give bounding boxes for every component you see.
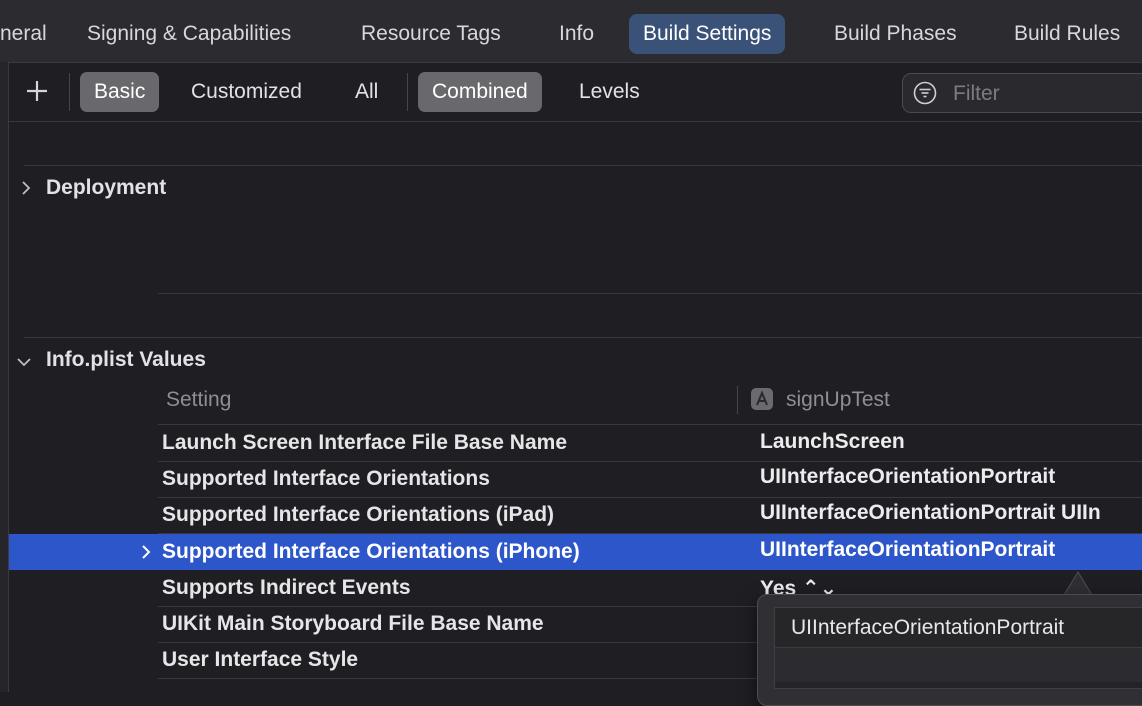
tab-signing-capabilities[interactable]: Signing & Capabilities [73, 14, 305, 54]
orientation-list-popover[interactable]: UIInterfaceOrientationPortrait [757, 594, 1142, 706]
setting-label: User Interface Style [162, 648, 359, 671]
left-gutter [0, 62, 9, 692]
combined-button[interactable]: Combined [418, 72, 542, 112]
tab-build-settings[interactable]: Build Settings [629, 14, 786, 54]
tab-build-phases[interactable]: Build Phases [820, 14, 971, 54]
section-title-deployment[interactable]: Deployment [46, 176, 166, 200]
app-target-icon [751, 388, 773, 410]
list-item-empty[interactable] [775, 648, 1142, 682]
popover-arrow [1064, 571, 1092, 595]
section-divider [24, 165, 1142, 166]
setting-label: Supported Interface Orientations [162, 467, 490, 490]
table-row[interactable]: Supported Interface Orientations UIInter… [158, 461, 1142, 498]
filter-icon [913, 81, 937, 105]
setting-label: Supports Indirect Events [162, 576, 411, 599]
setting-value[interactable]: UIInterfaceOrientationPortrait [760, 465, 1055, 489]
setting-value[interactable]: LaunchScreen [760, 430, 905, 454]
all-button[interactable]: All [341, 72, 392, 112]
filter-field[interactable] [902, 73, 1142, 114]
chevron-right-icon[interactable] [19, 181, 33, 195]
column-header-target: signUpTest [786, 388, 890, 411]
section-divider [158, 293, 1142, 294]
tab-info[interactable]: Info [545, 14, 608, 54]
section-title-info-plist[interactable]: Info.plist Values [46, 348, 206, 372]
setting-label: UIKit Main Storyboard File Base Name [162, 612, 544, 635]
list-item[interactable]: UIInterfaceOrientationPortrait [775, 608, 1142, 648]
setting-label: Launch Screen Interface File Base Name [162, 431, 567, 454]
build-settings-toolbar: Basic Customized All Combined Levels [9, 63, 1142, 122]
section-divider [24, 337, 1142, 338]
setting-label: Supported Interface Orientations (iPad) [162, 503, 555, 526]
table-row[interactable]: Launch Screen Interface File Base Name L… [158, 425, 1142, 462]
plus-icon[interactable] [23, 77, 51, 105]
toolbar-separator [407, 73, 408, 111]
basic-button[interactable]: Basic [80, 72, 160, 112]
orientation-list[interactable]: UIInterfaceOrientationPortrait [774, 607, 1142, 689]
tab-build-rules[interactable]: Build Rules [1000, 14, 1134, 54]
chevron-down-icon[interactable] [17, 355, 31, 369]
column-header-setting: Setting [166, 388, 232, 411]
editor-tab-bar: neral Signing & Capabilities Resource Ta… [0, 0, 1142, 63]
toolbar-separator [69, 73, 70, 111]
column-separator [737, 386, 738, 414]
customized-button[interactable]: Customized [177, 72, 316, 112]
setting-label: Supported Interface Orientations (iPhone… [162, 540, 580, 563]
filter-input[interactable] [951, 74, 1142, 114]
tab-general[interactable]: neral [0, 14, 61, 54]
levels-button[interactable]: Levels [565, 72, 654, 112]
setting-value[interactable]: UIInterfaceOrientationPortrait [760, 538, 1055, 562]
setting-value[interactable]: UIInterfaceOrientationPortrait UIIn [760, 501, 1101, 525]
chevron-right-icon[interactable] [139, 545, 153, 559]
table-row[interactable]: Supported Interface Orientations (iPad) … [158, 497, 1142, 534]
table-row-selected[interactable]: Supported Interface Orientations (iPhone… [9, 534, 1142, 570]
tab-resource-tags[interactable]: Resource Tags [347, 14, 515, 54]
